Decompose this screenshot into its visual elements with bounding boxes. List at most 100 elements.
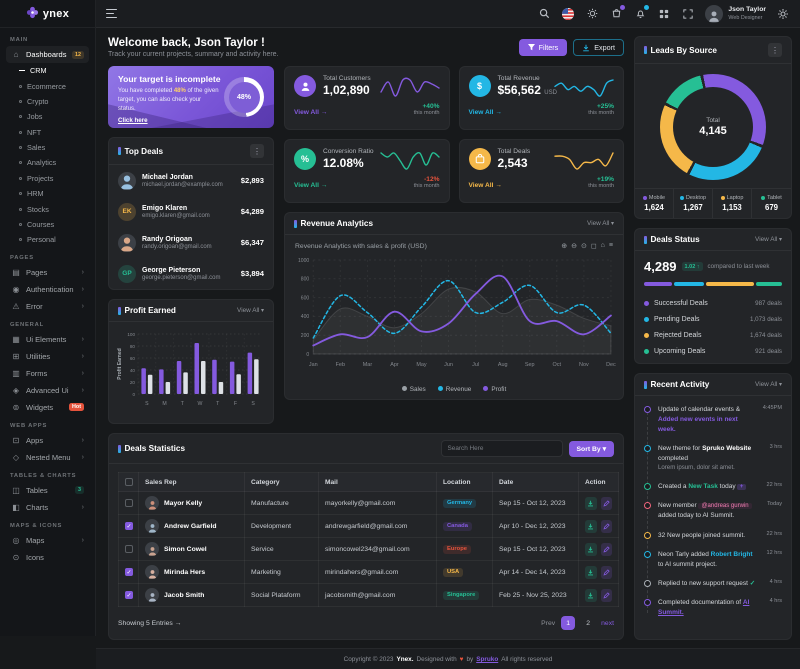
column-header[interactable]: Location [437, 473, 493, 492]
activity-link[interactable]: New Task [688, 483, 718, 490]
zoom-in-icon[interactable]: ⊕ [561, 242, 567, 250]
view-all-dropdown[interactable]: View All [587, 220, 614, 227]
theme-toggle-icon[interactable] [585, 7, 599, 21]
sidebar-item-jobs[interactable]: Jobs [6, 109, 89, 124]
notifications-bell-icon[interactable] [633, 7, 647, 21]
more-options-icon[interactable]: ⋮ [250, 144, 264, 158]
sidebar-item-error[interactable]: ⚠Error› [6, 298, 89, 315]
chart-menu-icon[interactable]: ≡ [609, 242, 613, 250]
sidebar-item-ecommerce[interactable]: Ecommerce [6, 78, 89, 93]
user-menu[interactable]: Json Taylor Web Designer [705, 5, 766, 23]
menu-toggle-icon[interactable] [106, 9, 117, 19]
view-all-dropdown[interactable]: View All [237, 307, 264, 314]
logo[interactable]: ynex [0, 0, 95, 28]
activity-link[interactable]: Added new events in next week. [658, 416, 738, 433]
sort-by-button[interactable]: Sort By [569, 441, 614, 457]
download-action-button[interactable] [585, 589, 597, 602]
pan-icon[interactable]: ◻ [591, 242, 597, 250]
deal-row[interactable]: Randy Origoanrandy.origoan@gmail.com $6,… [109, 227, 273, 258]
sidebar-item-stocks[interactable]: Stocks [6, 201, 89, 216]
view-all-link[interactable]: View All [469, 109, 502, 116]
search-input[interactable] [441, 440, 563, 457]
fullscreen-icon[interactable] [681, 7, 695, 21]
sidebar-item-nested-menu[interactable]: ◇Nested Menu› [6, 449, 89, 466]
target-click-here-link[interactable]: Click here [118, 117, 148, 124]
cart-icon[interactable] [609, 7, 623, 21]
page-1-button[interactable]: 1 [561, 616, 575, 630]
settings-gear-icon[interactable] [776, 7, 790, 21]
sidebar-item-personal[interactable]: Personal [6, 232, 89, 247]
edit-action-button[interactable] [601, 543, 613, 556]
legend-revenue[interactable]: Revenue [438, 386, 472, 393]
search-icon[interactable] [537, 7, 551, 21]
download-action-button[interactable] [585, 566, 597, 579]
column-header[interactable]: Sales Rep [139, 473, 245, 492]
edit-action-button[interactable] [601, 520, 613, 533]
sidebar-item-courses[interactable]: Courses [6, 217, 89, 232]
edit-action-button[interactable] [601, 589, 613, 602]
sidebar-item-forms[interactable]: ▥Forms› [6, 365, 89, 382]
next-page-button[interactable]: next [601, 620, 614, 627]
row-checkbox[interactable] [125, 568, 133, 576]
more-options-icon[interactable]: ⋮ [768, 43, 782, 57]
deal-row[interactable]: GP George Pietersongeorge.pieterson@gmai… [109, 258, 273, 289]
sidebar-item-sales[interactable]: Sales [6, 140, 89, 155]
sidebar-item-hrm[interactable]: HRM [6, 186, 89, 201]
edit-action-button[interactable] [601, 497, 613, 510]
view-all-link[interactable]: View All [294, 109, 327, 116]
activity-dot [644, 551, 651, 558]
sidebar-item-authentication[interactable]: ◉Authentication› [6, 281, 89, 298]
sidebar-item-icons[interactable]: ⊙Icons [6, 549, 89, 566]
reset-home-icon[interactable]: ⌂ [601, 242, 605, 250]
download-action-button[interactable] [585, 520, 597, 533]
select-all-checkbox[interactable] [125, 478, 133, 486]
sidebar-item-apps[interactable]: ⊡Apps› [6, 432, 89, 449]
sidebar-item-projects[interactable]: Projects [6, 171, 89, 186]
prev-page-button[interactable]: Prev [541, 620, 555, 627]
sidebar-item-utilities[interactable]: ⊞Utilities› [6, 348, 89, 365]
filters-button[interactable]: Filters [519, 39, 568, 56]
member-tag[interactable]: @andreas gurwin [698, 503, 751, 509]
language-flag-icon[interactable] [561, 7, 575, 21]
sidebar-item-advanced-ui[interactable]: ◈Advanced Ui› [6, 382, 89, 399]
download-action-button[interactable] [585, 497, 597, 510]
row-checkbox[interactable] [125, 545, 133, 553]
column-header[interactable]: Action [579, 473, 619, 492]
sidebar-item-nft[interactable]: NFT [6, 125, 89, 140]
deal-row[interactable]: Michael Jordanmichael.jordan@example.com… [109, 165, 273, 196]
zoom-out-icon[interactable]: ⊖ [571, 242, 577, 250]
deal-row[interactable]: EK Emigo Klarenemigo.klaren@gmail.com $4… [109, 196, 273, 227]
row-checkbox[interactable] [125, 499, 133, 507]
download-action-button[interactable] [585, 543, 597, 556]
view-all-dropdown[interactable]: View All [755, 381, 782, 388]
sidebar-item-ui-elements[interactable]: ▦Ui Elements› [6, 331, 89, 348]
spruko-link[interactable]: Spruko [476, 656, 498, 663]
sidebar-item-pages[interactable]: ▤Pages› [6, 264, 89, 281]
apps-grid-icon[interactable] [657, 7, 671, 21]
legend-profit[interactable]: Profit [483, 386, 506, 393]
row-checkbox[interactable] [125, 522, 133, 530]
page-2-button[interactable]: 2 [581, 616, 595, 630]
sidebar-item-analytics[interactable]: Analytics [6, 155, 89, 170]
sidebar-item-crm[interactable]: CRM [6, 63, 89, 78]
activity-link[interactable]: Robert Bright [711, 551, 753, 558]
selection-zoom-icon[interactable]: ⊙ [581, 242, 587, 250]
sidebar-item-crypto[interactable]: Crypto [6, 94, 89, 109]
row-checkbox[interactable] [125, 591, 133, 599]
sidebar-item-maps[interactable]: ◎Maps› [6, 532, 89, 549]
sidebar-item-charts[interactable]: ◧Charts› [6, 499, 89, 516]
view-all-dropdown[interactable]: View All [755, 236, 782, 243]
view-all-link[interactable]: View All [294, 182, 327, 189]
section-label-maps-icons: MAPS & ICONS [10, 523, 85, 529]
export-button[interactable]: Export [573, 39, 624, 56]
sidebar-item-widgets[interactable]: ⊚WidgetsHot [6, 399, 89, 416]
target-card: Your target is incomplete You have compl… [108, 66, 274, 128]
edit-action-button[interactable] [601, 566, 613, 579]
view-all-link[interactable]: View All [469, 182, 502, 189]
column-header[interactable]: Category [245, 473, 319, 492]
sidebar-item-tables[interactable]: ◫Tables3 [6, 482, 89, 499]
column-header[interactable]: Mail [319, 473, 437, 492]
legend-sales[interactable]: Sales [402, 386, 426, 393]
column-header[interactable]: Date [493, 473, 579, 492]
sidebar-item-dashboards[interactable]: ⌂ Dashboards 12 [6, 46, 89, 63]
